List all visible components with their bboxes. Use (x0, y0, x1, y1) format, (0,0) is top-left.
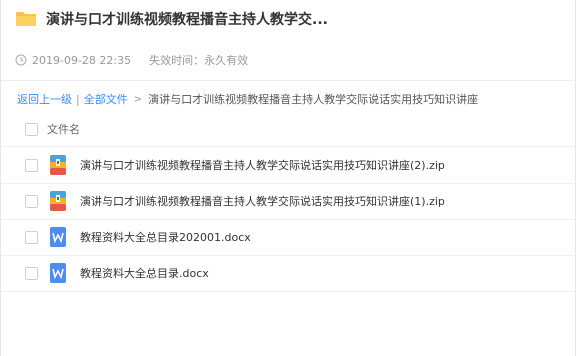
clock-icon (15, 54, 27, 66)
file-list-header: 文件名 (1, 112, 576, 147)
file-checkbox[interactable] (25, 231, 38, 244)
column-filename: 文件名 (47, 123, 80, 136)
back-link[interactable]: 返回上一级 (17, 91, 72, 107)
file-checkbox[interactable] (25, 195, 38, 208)
zip-file-icon (50, 191, 66, 211)
share-page: 演讲与口才训练视频教程播音主持人教学交... 2019-09-28 22:35 … (0, 0, 576, 356)
file-checkbox[interactable] (25, 267, 38, 280)
file-name[interactable]: 演讲与口才训练视频教程播音主持人教学交际说话实用技巧知识讲座(2).zip (80, 157, 445, 173)
word-file-icon (50, 227, 66, 247)
file-checkbox[interactable] (25, 159, 38, 172)
share-title: 演讲与口才训练视频教程播音主持人教学交... (46, 12, 328, 28)
file-row[interactable]: 教程资料大全总目录.docx (1, 255, 576, 292)
share-header: 演讲与口才训练视频教程播音主持人教学交... (1, 0, 576, 38)
share-meta: 2019-09-28 22:35 失效时间：永久有效 (15, 52, 248, 68)
file-name[interactable]: 教程资料大全总目录202001.docx (80, 229, 251, 245)
file-row[interactable]: 演讲与口才训练视频教程播音主持人教学交际说话实用技巧知识讲座(2).zip (1, 147, 576, 184)
breadcrumb-arrow: > (133, 93, 143, 105)
file-row[interactable]: 演讲与口才训练视频教程播音主持人教学交际说话实用技巧知识讲座(1).zip (1, 183, 576, 220)
zip-file-icon (50, 155, 66, 175)
expiry-text: 失效时间：永久有效 (149, 54, 249, 67)
all-files-link[interactable]: 全部文件 (84, 91, 128, 107)
file-name[interactable]: 教程资料大全总目录.docx (80, 265, 209, 281)
divider (1, 80, 576, 81)
word-file-icon (50, 263, 66, 283)
file-row[interactable]: 教程资料大全总目录202001.docx (1, 219, 576, 256)
file-name[interactable]: 演讲与口才训练视频教程播音主持人教学交际说话实用技巧知识讲座(1).zip (80, 193, 445, 209)
share-date: 2019-09-28 22:35 (32, 53, 132, 67)
folder-icon (16, 12, 36, 26)
breadcrumb-separator: | (76, 92, 80, 106)
breadcrumb: 返回上一级 | 全部文件 > 演讲与口才训练视频教程播音主持人教学交际说话实用技… (17, 91, 478, 107)
current-folder: 演讲与口才训练视频教程播音主持人教学交际说话实用技巧知识讲座 (148, 93, 479, 106)
select-all-checkbox[interactable] (25, 122, 38, 136)
